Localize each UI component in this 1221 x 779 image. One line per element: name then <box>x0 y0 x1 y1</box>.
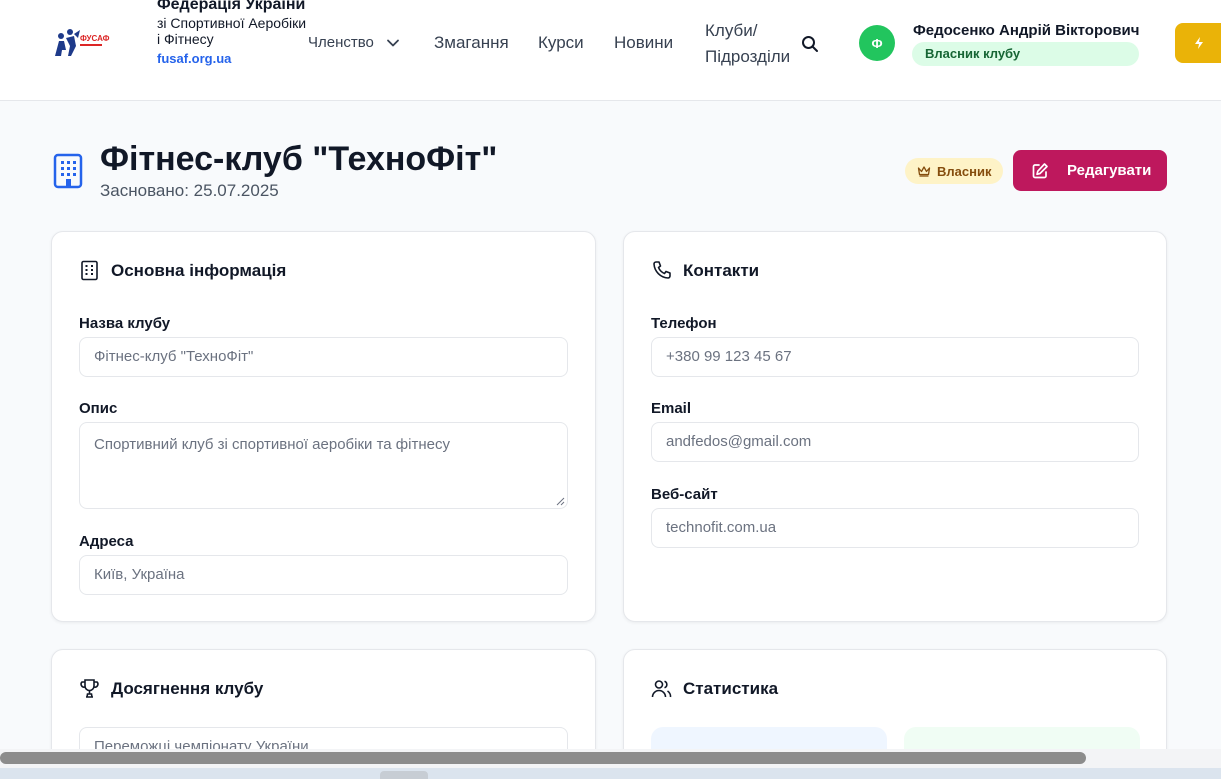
users-icon <box>651 680 672 698</box>
address-label: Адреса <box>79 533 134 550</box>
user-role-badge: Власник клубу <box>912 42 1139 66</box>
taskbar-app-icon[interactable] <box>380 771 428 779</box>
nav-clubs-line2: Підрозділи <box>705 47 791 67</box>
top-header: ФУСАФ Федерація України зі Спортивної Ае… <box>0 0 1221 101</box>
statistics-heading: Статистика <box>683 678 779 698</box>
achievements-heading: Досягнення клубу <box>111 678 264 698</box>
resize-handle-icon[interactable] <box>555 496 565 506</box>
phone-label: Телефон <box>651 315 717 332</box>
user-name: Федосенко Андрій Вікторович <box>913 22 1140 39</box>
brand-title: Федерація України <box>157 0 306 13</box>
club-name-label: Назва клубу <box>79 315 171 332</box>
contacts-heading: Контакти <box>683 260 760 280</box>
basic-info-heading: Основна інформація <box>111 260 287 280</box>
edit-icon <box>1032 162 1048 178</box>
nav-clubs-line1: Клуби/ <box>705 21 758 40</box>
email-input[interactable]: andfedos@gmail.com <box>651 422 1139 462</box>
brand-block: Федерація України зі Спортивної Аеробіки… <box>157 0 307 67</box>
edit-button-label: Редагувати <box>1067 162 1152 179</box>
building-icon <box>53 153 83 189</box>
club-name-input[interactable]: Фітнес-клуб "ТехноФіт" <box>79 337 568 377</box>
basic-info-title: Основна інформація <box>79 260 286 281</box>
owner-badge-label: Власник <box>937 163 992 179</box>
contacts-card: Контакти Телефон +380 99 123 45 67 Email… <box>623 231 1167 622</box>
founded-value: 25.07.2025 <box>193 181 279 200</box>
crown-icon <box>917 166 931 177</box>
horizontal-scrollbar-thumb[interactable] <box>0 752 1086 764</box>
statistics-title: Статистика <box>651 678 778 699</box>
os-taskbar <box>0 768 1221 779</box>
address-input[interactable]: Київ, Україна <box>79 555 568 595</box>
search-icon[interactable] <box>800 34 820 54</box>
user-avatar[interactable]: Ф <box>859 25 895 61</box>
nav-courses[interactable]: Курси <box>538 33 584 53</box>
basic-info-card: Основна інформація Назва клубу Фітнес-кл… <box>51 231 596 622</box>
trophy-icon <box>80 679 99 698</box>
nav-clubs[interactable]: Клуби/ Підрозділи <box>705 18 790 71</box>
edit-button[interactable]: Редагувати <box>1013 150 1167 191</box>
description-label: Опис <box>79 400 118 417</box>
chevron-down-icon <box>386 39 399 46</box>
federation-logo[interactable]: ФУСАФ <box>52 26 110 62</box>
website-input[interactable]: technofit.com.ua <box>651 508 1139 548</box>
founded-label: Засновано: <box>100 181 189 200</box>
nav-competitions[interactable]: Змагання <box>434 33 509 53</box>
phone-input[interactable]: +380 99 123 45 67 <box>651 337 1139 377</box>
email-label: Email <box>651 400 692 417</box>
website-label: Веб-сайт <box>651 486 718 503</box>
description-textarea[interactable]: Спортивний клуб зі спортивної аеробіки т… <box>79 422 568 509</box>
page-title: Фітнес-клуб "ТехноФіт" <box>100 140 498 178</box>
contacts-title: Контакти <box>651 260 759 281</box>
nav-membership-label: Членство <box>308 34 374 51</box>
nav-news[interactable]: Новини <box>614 33 673 53</box>
owner-status-badge: Власник <box>905 158 1004 184</box>
brand-url-link[interactable]: fusaf.org.ua <box>157 51 307 67</box>
building-icon <box>81 260 98 281</box>
brand-subtitle: зі Спортивної Аеробіки і Фітнесу <box>157 15 307 48</box>
header-action-button[interactable] <box>1175 23 1221 63</box>
description-value: Спортивний клуб зі спортивної аеробіки т… <box>94 436 450 453</box>
logo-text: ФУСАФ <box>80 34 110 43</box>
achievements-title: Досягнення клубу <box>79 678 263 699</box>
nav-membership[interactable]: Членство <box>308 34 400 51</box>
phone-icon <box>653 261 671 279</box>
founded-date: Засновано: 25.07.2025 <box>100 181 279 201</box>
lightning-icon <box>1195 37 1203 49</box>
